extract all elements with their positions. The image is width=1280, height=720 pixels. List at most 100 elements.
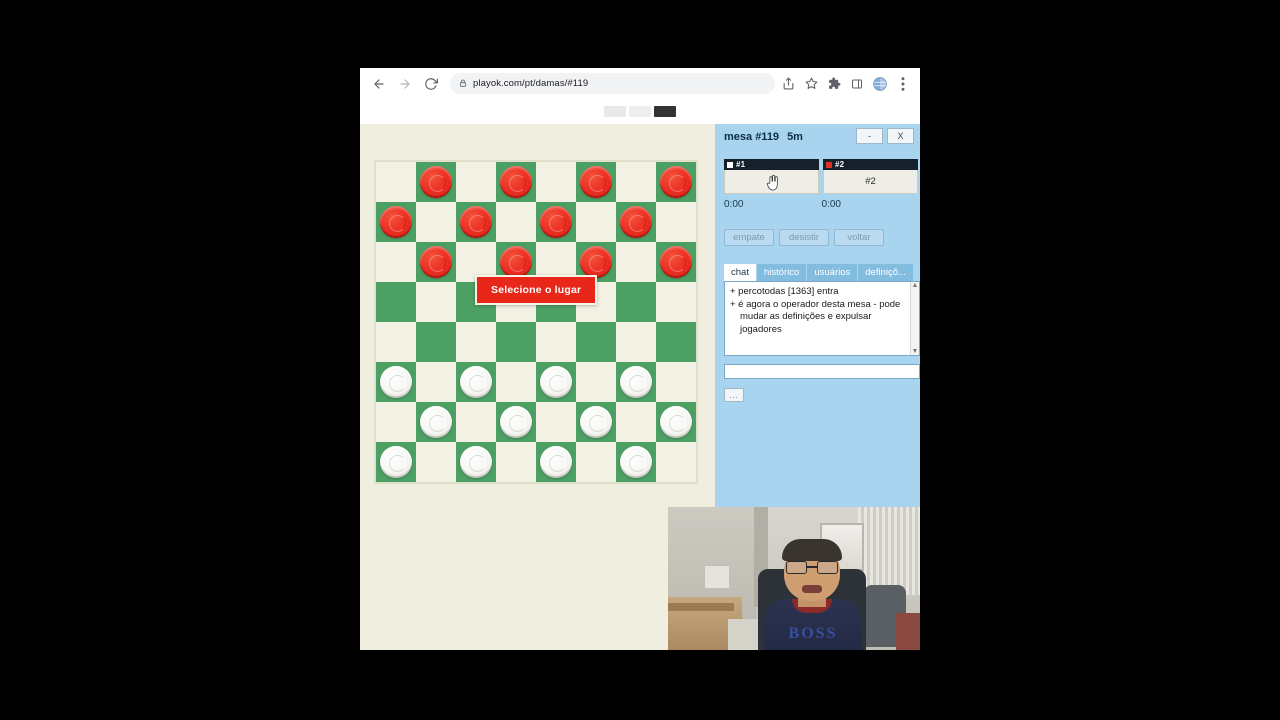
- board-square[interactable]: [496, 162, 536, 202]
- scroll-up-arrow-icon[interactable]: ▲: [912, 282, 919, 289]
- seat-1[interactable]: #1: [724, 159, 819, 194]
- scroll-down-arrow-icon[interactable]: ▼: [912, 348, 919, 355]
- board-square[interactable]: [616, 202, 656, 242]
- white-piece[interactable]: [620, 446, 652, 478]
- board-square[interactable]: [376, 322, 416, 362]
- white-piece[interactable]: [620, 366, 652, 398]
- board-square[interactable]: [376, 242, 416, 282]
- board-square[interactable]: [496, 362, 536, 402]
- board-square[interactable]: [616, 442, 656, 482]
- board-square[interactable]: [456, 162, 496, 202]
- board-square[interactable]: [536, 442, 576, 482]
- board-square[interactable]: [456, 202, 496, 242]
- white-piece[interactable]: [380, 446, 412, 478]
- red-piece[interactable]: [580, 246, 612, 278]
- red-piece[interactable]: [660, 246, 692, 278]
- board-square[interactable]: [656, 402, 696, 442]
- red-piece[interactable]: [380, 206, 412, 238]
- board-square[interactable]: [576, 402, 616, 442]
- undo-button[interactable]: voltar: [834, 229, 884, 246]
- white-piece[interactable]: [540, 446, 572, 478]
- board-square[interactable]: [656, 282, 696, 322]
- board-square[interactable]: [616, 362, 656, 402]
- three-dot-menu-icon[interactable]: [896, 76, 910, 91]
- board-square[interactable]: [376, 362, 416, 402]
- board-square[interactable]: [616, 402, 656, 442]
- white-piece[interactable]: [660, 406, 692, 438]
- board-square[interactable]: [656, 442, 696, 482]
- board-square[interactable]: [416, 402, 456, 442]
- tab-chat[interactable]: chat: [724, 264, 757, 281]
- board-square[interactable]: [616, 282, 656, 322]
- board-square[interactable]: [496, 402, 536, 442]
- red-piece[interactable]: [420, 166, 452, 198]
- red-piece[interactable]: [420, 246, 452, 278]
- board-square[interactable]: [376, 402, 416, 442]
- board-square[interactable]: [416, 202, 456, 242]
- board-square[interactable]: [616, 322, 656, 362]
- extensions-puzzle-icon[interactable]: [827, 77, 841, 91]
- tab-usuarios[interactable]: usuários: [807, 264, 859, 281]
- chat-scrollbar[interactable]: ▲ ▼: [910, 282, 919, 355]
- board-square[interactable]: [376, 442, 416, 482]
- board-square[interactable]: [496, 202, 536, 242]
- board-square[interactable]: [536, 402, 576, 442]
- board-square[interactable]: [656, 202, 696, 242]
- board-square[interactable]: [536, 162, 576, 202]
- top-strip-button-3[interactable]: [654, 106, 676, 117]
- forward-arrow-icon[interactable]: [394, 73, 416, 95]
- board-square[interactable]: [576, 442, 616, 482]
- board-square[interactable]: [416, 282, 456, 322]
- board-square[interactable]: [656, 242, 696, 282]
- white-piece[interactable]: [380, 366, 412, 398]
- board-square[interactable]: [416, 162, 456, 202]
- seat-2-body[interactable]: #2: [823, 170, 918, 194]
- tab-historico[interactable]: histórico: [756, 264, 808, 281]
- profile-avatar-icon[interactable]: [873, 76, 887, 91]
- bookmark-star-icon[interactable]: [804, 77, 818, 91]
- board-square[interactable]: [536, 362, 576, 402]
- board-square[interactable]: [416, 322, 456, 362]
- reload-icon[interactable]: [420, 73, 442, 95]
- more-options-button[interactable]: ...: [724, 388, 744, 402]
- minimize-button[interactable]: -: [856, 128, 883, 144]
- share-icon[interactable]: [781, 77, 795, 91]
- red-piece[interactable]: [620, 206, 652, 238]
- address-bar[interactable]: playok.com/pt/damas/#119: [450, 73, 775, 94]
- close-button[interactable]: X: [887, 128, 914, 144]
- side-panel-icon[interactable]: [850, 77, 864, 91]
- board-square[interactable]: [456, 322, 496, 362]
- board-square[interactable]: [656, 322, 696, 362]
- white-piece[interactable]: [540, 366, 572, 398]
- board-square[interactable]: [496, 322, 536, 362]
- white-piece[interactable]: [500, 406, 532, 438]
- board-square[interactable]: [536, 202, 576, 242]
- red-piece[interactable]: [460, 206, 492, 238]
- back-arrow-icon[interactable]: [368, 73, 390, 95]
- board-square[interactable]: [536, 322, 576, 362]
- board-square[interactable]: [456, 442, 496, 482]
- board-square[interactable]: [576, 202, 616, 242]
- board-square[interactable]: [416, 362, 456, 402]
- tab-definicoes[interactable]: definiçõ...: [858, 264, 914, 281]
- white-piece[interactable]: [420, 406, 452, 438]
- seat-1-body[interactable]: [724, 170, 819, 194]
- board-square[interactable]: [616, 162, 656, 202]
- board-square[interactable]: [456, 402, 496, 442]
- red-piece[interactable]: [500, 246, 532, 278]
- top-strip-button-2[interactable]: [629, 106, 651, 117]
- chat-input[interactable]: [724, 364, 920, 379]
- red-piece[interactable]: [540, 206, 572, 238]
- checkers-board[interactable]: [374, 160, 698, 484]
- draw-button[interactable]: empate: [724, 229, 774, 246]
- chat-log[interactable]: + percotodas [1363] entra + é agora o op…: [724, 281, 920, 356]
- board-square[interactable]: [656, 162, 696, 202]
- board-square[interactable]: [496, 442, 536, 482]
- top-strip-button-1[interactable]: [604, 106, 626, 117]
- resign-button[interactable]: desistir: [779, 229, 829, 246]
- board-square[interactable]: [616, 242, 656, 282]
- board-square[interactable]: [656, 362, 696, 402]
- board-square[interactable]: [456, 362, 496, 402]
- board-square[interactable]: [576, 362, 616, 402]
- red-piece[interactable]: [500, 166, 532, 198]
